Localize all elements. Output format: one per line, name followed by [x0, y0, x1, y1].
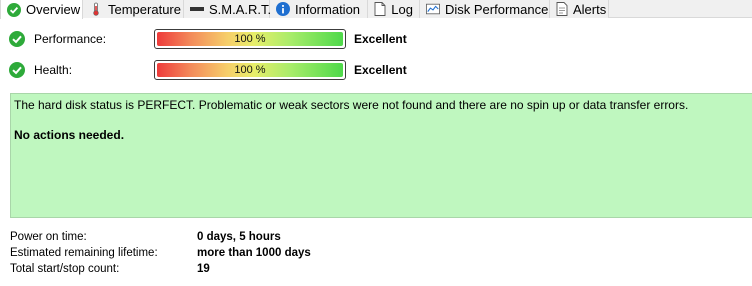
tab-alerts[interactable]: Alerts	[550, 0, 609, 18]
performance-bar: 100 %	[154, 29, 346, 49]
performance-label: Performance:	[34, 32, 107, 46]
lifetime-value: more than 1000 days	[197, 247, 311, 259]
tab-label: Alerts	[573, 1, 607, 17]
tab-disk-performance[interactable]: Disk Performance	[420, 0, 550, 18]
tab-overview[interactable]: Overview	[0, 0, 83, 19]
status-message-box: The hard disk status is PERFECT. Problem…	[10, 93, 752, 218]
alert-document-icon	[556, 2, 568, 16]
check-circle-icon	[7, 2, 21, 17]
performance-bar-fill: 100 %	[157, 32, 343, 46]
health-bar: 100 %	[154, 60, 346, 80]
disk-stats: Power on time: 0 days, 5 hours Estimated…	[10, 231, 750, 279]
tab-smart[interactable]: S.M.A.R.T.	[184, 0, 272, 18]
health-label: Health:	[34, 63, 73, 77]
lifetime-label: Estimated remaining lifetime:	[10, 247, 158, 259]
tab-label: Information	[295, 1, 361, 17]
startstop-label: Total start/stop count:	[10, 263, 120, 275]
thermometer-icon	[89, 2, 103, 16]
drive-bar-icon	[190, 2, 204, 16]
startstop-stat: Total start/stop count: 19	[10, 263, 750, 279]
power-on-value: 0 days, 5 hours	[197, 231, 281, 243]
tab-label: Overview	[26, 2, 81, 17]
power-on-stat: Power on time: 0 days, 5 hours	[10, 231, 750, 247]
tab-temperature[interactable]: Temperature	[83, 0, 184, 18]
tab-label: Temperature	[108, 1, 181, 17]
status-message: The hard disk status is PERFECT. Problem…	[14, 98, 689, 112]
startstop-value: 19	[197, 263, 210, 275]
tab-log[interactable]: Log	[368, 0, 420, 18]
check-circle-icon	[9, 62, 25, 78]
health-percent: 100 %	[234, 64, 266, 76]
lifetime-stat: Estimated remaining lifetime: more than …	[10, 247, 750, 263]
tab-label: S.M.A.R.T.	[209, 1, 272, 17]
tab-label: Log	[391, 1, 413, 17]
tab-strip: Overview Temperature S.M.A.R.T. Informat…	[0, 0, 752, 19]
chart-icon	[426, 2, 440, 16]
health-rating: Excellent	[354, 63, 407, 77]
health-bar-fill: 100 %	[157, 63, 343, 77]
power-on-label: Power on time:	[10, 231, 87, 243]
tab-label: Disk Performance	[445, 1, 549, 17]
status-action: No actions needed.	[14, 128, 125, 142]
performance-percent: 100 %	[234, 33, 266, 45]
check-circle-icon	[9, 31, 25, 47]
performance-row: Performance: 100 % Excellent	[0, 29, 752, 51]
info-icon	[276, 2, 290, 16]
tab-information[interactable]: Information	[270, 0, 368, 18]
health-row: Health: 100 % Excellent	[0, 60, 752, 82]
document-icon	[374, 2, 386, 16]
performance-rating: Excellent	[354, 32, 407, 46]
